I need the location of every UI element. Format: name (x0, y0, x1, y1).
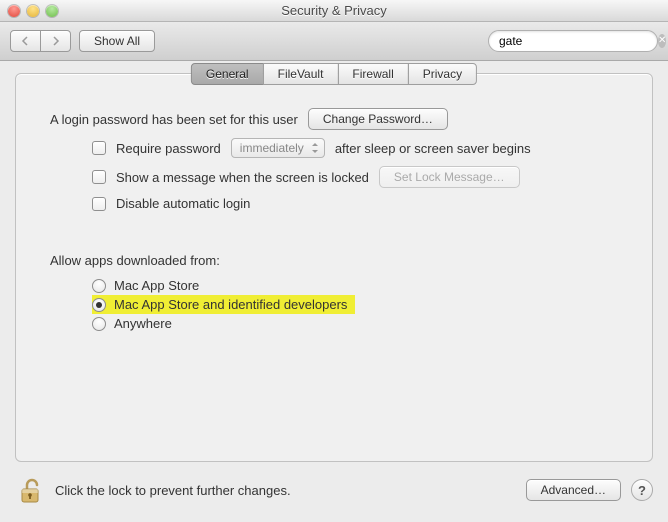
change-password-button[interactable]: Change Password… (308, 108, 448, 130)
login-password-text: A login password has been set for this u… (50, 112, 298, 127)
gatekeeper-radio-group: Mac App Store Mac App Store and identifi… (50, 276, 618, 333)
forward-button[interactable] (41, 30, 71, 52)
search-input[interactable] (499, 34, 654, 48)
radio-label: Mac App Store and identified developers (114, 297, 347, 312)
help-button[interactable]: ? (631, 479, 653, 501)
back-button[interactable] (10, 30, 41, 52)
radio-label: Anywhere (114, 316, 172, 331)
chevron-left-icon (21, 36, 30, 46)
zoom-window-button[interactable] (46, 5, 58, 17)
radio-anywhere[interactable]: Anywhere (92, 314, 618, 333)
radio-mac-app-store[interactable]: Mac App Store (92, 276, 618, 295)
gatekeeper-heading: Allow apps downloaded from: (50, 253, 220, 268)
lock-button[interactable] (15, 475, 45, 505)
set-lock-message-button[interactable]: Set Lock Message… (379, 166, 520, 188)
require-password-delay-select[interactable]: immediately (231, 138, 325, 158)
show-all-button[interactable]: Show All (79, 30, 155, 52)
clear-search-button[interactable]: ✕ (658, 34, 666, 48)
show-message-label: Show a message when the screen is locked (116, 170, 369, 185)
require-password-label: Require password (116, 141, 221, 156)
tabs: General FileVault Firewall Privacy (191, 63, 477, 85)
radio-button[interactable] (92, 298, 106, 312)
close-window-button[interactable] (8, 5, 20, 17)
window-title: Security & Privacy (0, 3, 668, 18)
tab-filevault[interactable]: FileVault (263, 63, 339, 85)
unlock-icon (15, 475, 45, 505)
footer: Click the lock to prevent further change… (15, 470, 653, 510)
radio-button[interactable] (92, 317, 106, 331)
titlebar: Security & Privacy (0, 0, 668, 22)
search-field[interactable]: ✕ (488, 30, 658, 52)
disable-auto-login-checkbox[interactable] (92, 197, 106, 211)
disable-auto-login-label: Disable automatic login (116, 196, 250, 211)
minimize-window-button[interactable] (27, 5, 39, 17)
require-password-checkbox[interactable] (92, 141, 106, 155)
tab-privacy[interactable]: Privacy (408, 63, 477, 85)
advanced-button[interactable]: Advanced… (526, 479, 621, 501)
prefs-panel: General FileVault Firewall Privacy A log… (15, 73, 653, 462)
tab-general[interactable]: General (191, 63, 264, 85)
nav-segmented (10, 30, 71, 52)
require-password-after-text: after sleep or screen saver begins (335, 141, 531, 156)
radio-button[interactable] (92, 279, 106, 293)
show-message-checkbox[interactable] (92, 170, 106, 184)
tab-firewall[interactable]: Firewall (337, 63, 408, 85)
chevron-right-icon (51, 36, 60, 46)
radio-label: Mac App Store (114, 278, 199, 293)
toolbar: Show All ✕ (0, 22, 668, 61)
radio-identified-developers[interactable]: Mac App Store and identified developers (92, 295, 355, 314)
lock-hint-text: Click the lock to prevent further change… (55, 483, 291, 498)
